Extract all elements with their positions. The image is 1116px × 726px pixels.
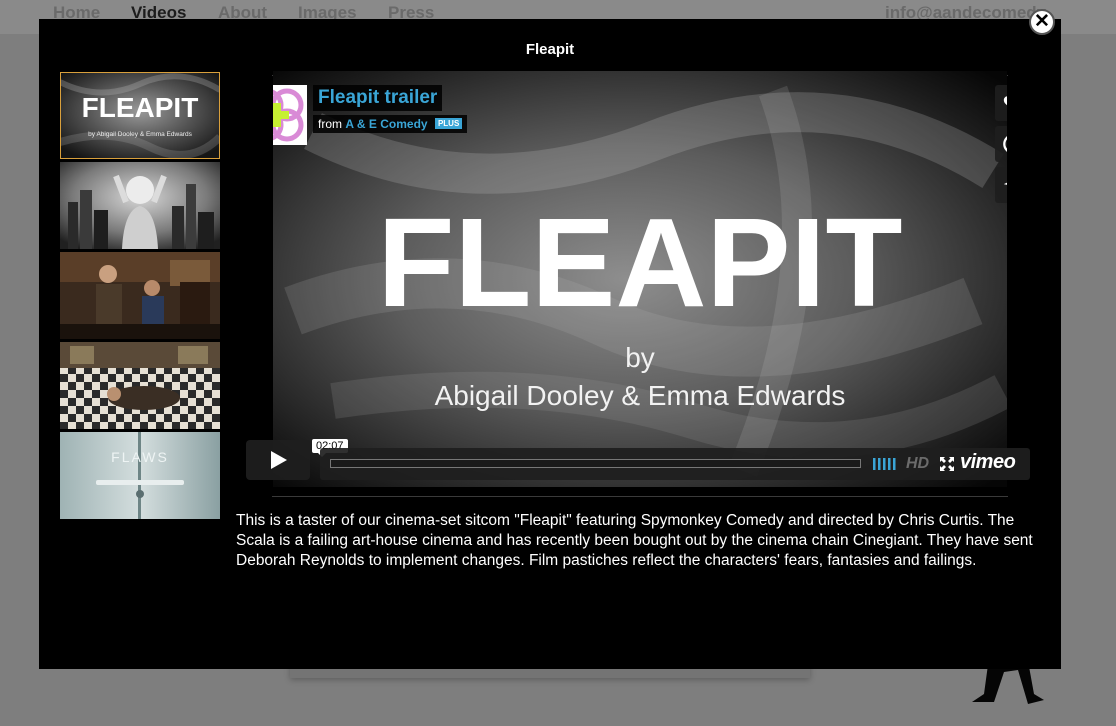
thumbnail-4[interactable] xyxy=(60,342,220,429)
description-divider xyxy=(272,496,1008,497)
thumbnail-1-credit: by Abigail Dooley & Emma Edwards xyxy=(88,131,192,138)
video-frame-title: FLEAPIT xyxy=(378,192,903,333)
thumbnail-1[interactable]: FLEAPIT by Abigail Dooley & Emma Edwards xyxy=(60,72,220,159)
player-controlbar: HD vimeo xyxy=(320,448,1030,480)
volume-icon[interactable] xyxy=(873,458,897,470)
send-icon xyxy=(1003,182,1007,185)
share-button[interactable] xyxy=(995,167,1007,203)
clock-icon xyxy=(1003,136,1007,152)
video-title-link[interactable]: Fleapit trailer xyxy=(313,85,443,111)
fullscreen-icon[interactable] xyxy=(940,457,954,471)
thumbnail-5[interactable]: FLAWS xyxy=(60,432,220,519)
thumbnail-5-title: FLAWS xyxy=(111,449,169,465)
video-lightbox: Fleapit FLEAPIT by Abigail Dooley & Emma… xyxy=(39,9,1061,669)
hd-toggle[interactable]: HD xyxy=(906,455,929,473)
like-button[interactable] xyxy=(995,85,1007,121)
video-byline: from A & E Comedy PLUS xyxy=(313,115,468,133)
author-portrait[interactable] xyxy=(273,85,307,145)
video-player[interactable]: FLEAPIT by Abigail Dooley & Emma Edwards… xyxy=(273,71,1007,487)
thumbnail-3[interactable] xyxy=(60,252,220,339)
thumbnail-1-title: FLEAPIT xyxy=(82,92,199,123)
vimeo-logo[interactable]: vimeo xyxy=(960,451,1016,474)
progress-bar[interactable] xyxy=(330,459,861,468)
watch-later-button[interactable] xyxy=(995,126,1007,162)
author-link[interactable]: A & E Comedy xyxy=(345,117,427,131)
video-frame-credit: Abigail Dooley & Emma Edwards xyxy=(435,380,846,411)
play-button[interactable] xyxy=(246,440,310,480)
plus-badge: PLUS xyxy=(434,118,463,129)
close-icon: ✕ xyxy=(1034,11,1050,32)
thumbnail-2[interactable] xyxy=(60,162,220,249)
play-icon xyxy=(271,451,287,469)
video-description: This is a taster of our cinema-set sitco… xyxy=(236,512,1033,569)
close-button[interactable]: ✕ xyxy=(1029,9,1055,35)
heart-icon xyxy=(1003,96,1007,106)
video-frame: FLEAPIT by Abigail Dooley & Emma Edwards xyxy=(273,71,1007,487)
video-frame-by: by xyxy=(625,342,655,373)
lightbox-title: Fleapit xyxy=(525,41,575,58)
from-label: from xyxy=(318,117,342,131)
